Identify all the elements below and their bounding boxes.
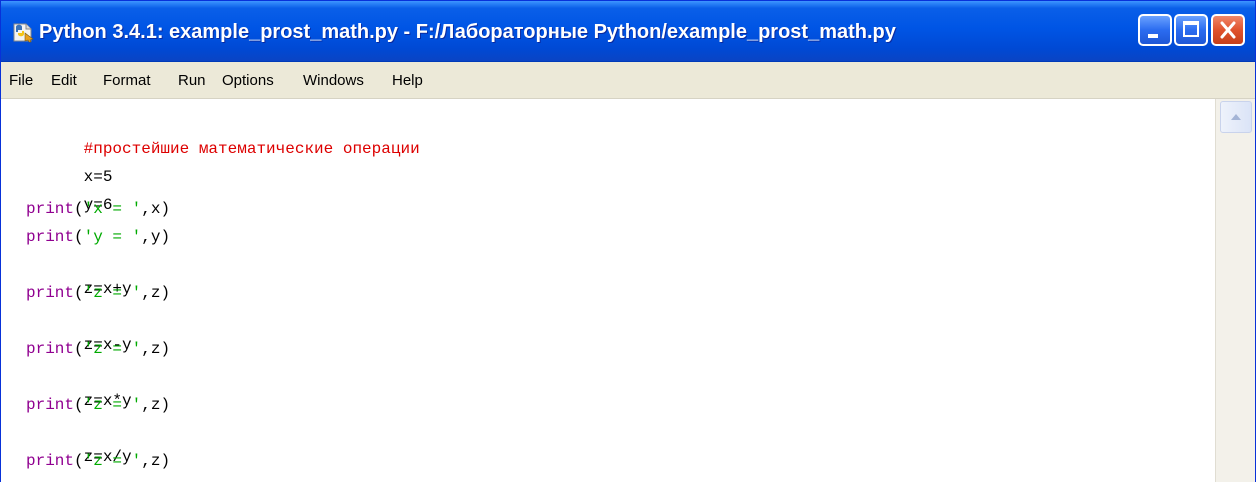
code-line: z=x/y	[26, 421, 132, 466]
python-file-icon	[11, 21, 35, 43]
code-text: ,x)	[141, 200, 171, 218]
code-text: (	[74, 396, 84, 414]
menu-format[interactable]: Format	[103, 71, 151, 91]
code-text: ,z)	[141, 284, 171, 302]
code-string: 'z = '	[83, 396, 142, 414]
code-line: print('x = ',x)	[26, 197, 170, 221]
maximize-icon	[1183, 21, 1199, 37]
code-text: (	[74, 284, 84, 302]
menu-windows[interactable]: Windows	[303, 71, 364, 91]
code-line: print('y = ',y)	[26, 225, 170, 249]
code-string: 'z = '	[83, 340, 142, 358]
code-line: z=x-y	[26, 309, 132, 354]
code-text: ,z)	[141, 452, 171, 470]
code-line: print('z = ',z)	[26, 281, 170, 305]
code-line: print('z = ',z)	[26, 337, 170, 361]
window-title: Python 3.4.1: example_prost_math.py - F:…	[39, 21, 896, 43]
menu-options[interactable]: Options	[222, 71, 274, 91]
code-line: x=5	[26, 141, 113, 186]
menu-file[interactable]: File	[9, 71, 33, 91]
code-string: 'x = '	[83, 200, 142, 218]
code-line: #простейшие математические операции	[26, 113, 420, 158]
menu-edit[interactable]: Edit	[51, 71, 77, 91]
idle-editor-window: Python 3.4.1: example_prost_math.py - F:…	[0, 0, 1256, 482]
title-bar[interactable]: Python 3.4.1: example_prost_math.py - F:…	[1, 1, 1255, 62]
code-builtin: print	[26, 452, 75, 470]
code-text: ,z)	[141, 396, 171, 414]
code-builtin: print	[26, 396, 75, 414]
code-text: ,z)	[141, 340, 171, 358]
code-comment: #простейшие математические операции	[83, 140, 420, 158]
code-builtin: print	[26, 340, 75, 358]
minimize-button[interactable]	[1138, 14, 1172, 46]
arrow-up-icon	[1231, 114, 1241, 120]
code-line: z=x+y	[26, 253, 132, 298]
menu-run[interactable]: Run	[178, 71, 206, 91]
code-text: (	[74, 340, 84, 358]
close-button[interactable]	[1211, 14, 1245, 46]
code-text: ,y)	[141, 228, 171, 246]
menu-help[interactable]: Help	[392, 71, 423, 91]
code-line: print('z = ',z)	[26, 449, 170, 473]
code-builtin: print	[26, 200, 75, 218]
code-line: y=6	[26, 169, 113, 214]
scroll-up-button[interactable]	[1220, 101, 1252, 133]
code-string: 'z = '	[83, 284, 142, 302]
close-icon	[1220, 21, 1236, 39]
code-text: (	[74, 228, 84, 246]
code-editor[interactable]: #простейшие математические операции x=5 …	[1, 99, 1215, 482]
code-string: 'z = '	[83, 452, 142, 470]
code-builtin: print	[26, 228, 75, 246]
code-line: z=x*y	[26, 365, 132, 410]
minimize-icon	[1148, 34, 1158, 38]
code-line: print('z = ',z)	[26, 393, 170, 417]
code-text: (	[74, 200, 84, 218]
code-string: 'y = '	[83, 228, 142, 246]
menu-bar: File Edit Format Run Options Windows Hel…	[1, 62, 1255, 99]
vertical-scrollbar[interactable]	[1215, 99, 1255, 482]
code-text: (	[74, 452, 84, 470]
code-builtin: print	[26, 284, 75, 302]
maximize-button[interactable]	[1174, 14, 1208, 46]
